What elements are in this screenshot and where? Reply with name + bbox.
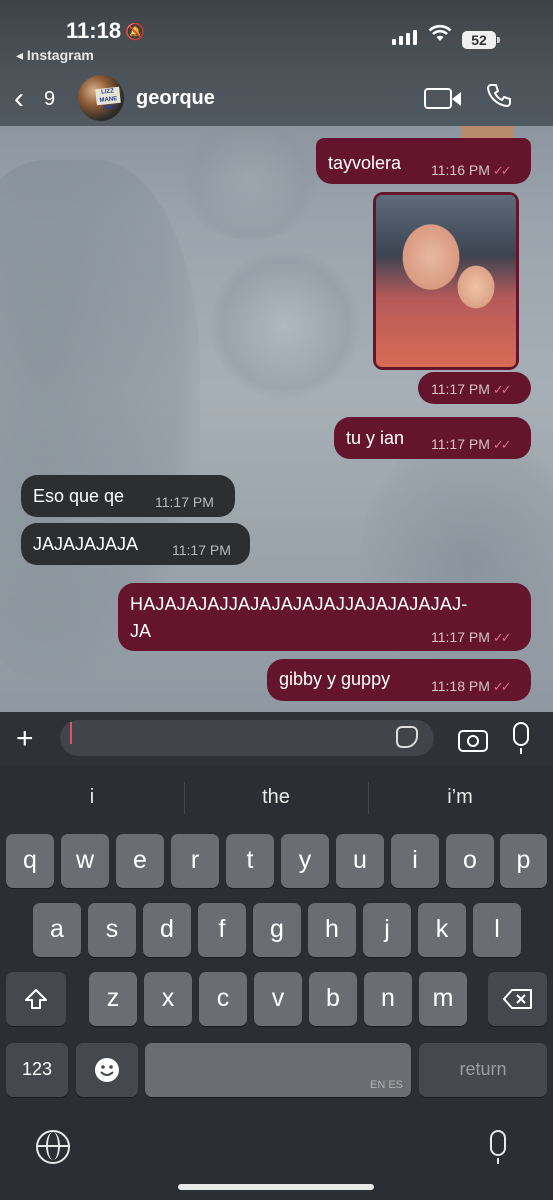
key-i[interactable]: i	[391, 834, 439, 888]
message-bubble[interactable]: gibby y guppy 11:18 PM ✓✓	[267, 659, 531, 701]
message-text-line: JA	[130, 621, 152, 641]
message-text: tayvolera	[328, 153, 402, 173]
key-b[interactable]: b	[309, 972, 357, 1026]
message-text: JAJAJAJAJA	[33, 534, 139, 554]
key-v[interactable]: v	[254, 972, 302, 1026]
globe-icon[interactable]	[36, 1130, 70, 1164]
key-c[interactable]: c	[199, 972, 247, 1026]
shift-key[interactable]	[6, 972, 66, 1026]
message-meta: 11:18 PM ✓✓	[431, 678, 512, 694]
message-bubble[interactable]: JAJAJAJAJA 11:17 PM	[21, 523, 250, 565]
suggestion-divider	[184, 782, 185, 814]
suggestion-divider	[368, 782, 369, 814]
key-n[interactable]: n	[364, 972, 412, 1026]
message-text: Eso que qe	[33, 486, 125, 506]
text-cursor	[70, 722, 72, 744]
key-a[interactable]: a	[33, 903, 81, 957]
key-h[interactable]: h	[308, 903, 356, 957]
key-d[interactable]: d	[143, 903, 191, 957]
key-o[interactable]: o	[446, 834, 494, 888]
message-bubble[interactable]: tayvolera 11:16 PM ✓✓	[316, 138, 531, 184]
key-k[interactable]: k	[418, 903, 466, 957]
message-text-line: HAJAJAJAJJAJAJAJAJAJJAJAJAJAJAJ-	[130, 594, 468, 614]
jellyfish-graphic	[180, 120, 320, 240]
key-t[interactable]: t	[226, 834, 274, 888]
message-bubble[interactable]: 11:17 PM ✓✓	[418, 372, 531, 404]
cellular-signal-icon	[392, 30, 417, 45]
unread-count[interactable]: 9	[44, 88, 55, 111]
key-q[interactable]: q	[6, 834, 54, 888]
key-z[interactable]: z	[89, 972, 137, 1026]
message-meta: 11:17 PM ✓✓	[431, 436, 512, 452]
video-call-icon[interactable]	[424, 88, 461, 109]
message-bubble[interactable]: tu y ian 11:17 PM ✓✓	[334, 417, 531, 459]
read-receipt-icon: ✓✓	[492, 382, 512, 397]
key-f[interactable]: f	[198, 903, 246, 957]
delete-key[interactable]	[488, 972, 547, 1026]
key-l[interactable]: l	[473, 903, 521, 957]
message-text: gibby y guppy	[279, 669, 391, 689]
numbers-key[interactable]: 123	[6, 1043, 68, 1097]
message-bubble[interactable]: HAJAJAJAJJAJAJAJAJAJJAJAJAJAJAJ- JA 11:1…	[118, 583, 531, 651]
message-text: tu y ian	[346, 428, 405, 448]
message-meta: 11:17 PM ✓✓	[431, 629, 512, 645]
read-receipt-icon: ✓✓	[492, 630, 512, 645]
status-bar: 11:18 🔕 ◂ Instagram 52	[0, 0, 553, 72]
avatar[interactable]: LIZZ MANE 2026	[78, 75, 124, 121]
keyboard-language: EN ES	[369, 1079, 403, 1091]
read-receipt-icon: ✓✓	[492, 679, 512, 694]
key-s[interactable]: s	[88, 903, 136, 957]
message-bubble[interactable]: Eso que qe 11:17 PM	[21, 475, 235, 517]
read-receipt-icon: ✓✓	[492, 437, 512, 452]
battery-icon: 52	[462, 31, 500, 49]
message-meta: 11:17 PM	[155, 494, 214, 510]
wifi-icon	[428, 24, 452, 48]
phone-call-icon[interactable]	[486, 82, 512, 115]
jellyfish-graphic	[210, 250, 360, 400]
read-receipt-icon: ✓✓	[492, 163, 512, 178]
message-meta: 11:17 PM	[172, 542, 231, 558]
key-w[interactable]: w	[61, 834, 109, 888]
key-u[interactable]: u	[336, 834, 384, 888]
back-chevron-icon[interactable]: ‹	[14, 82, 24, 116]
suggestion-1[interactable]: i	[2, 786, 182, 809]
camera-icon[interactable]	[458, 730, 488, 752]
photo-message[interactable]	[373, 192, 519, 370]
message-meta: 11:16 PM ✓✓	[431, 162, 512, 178]
dictation-microphone-icon[interactable]	[490, 1130, 506, 1164]
return-key[interactable]: return	[419, 1043, 547, 1097]
key-y[interactable]: y	[281, 834, 329, 888]
message-meta: 11:17 PM ✓✓	[431, 381, 512, 397]
key-e[interactable]: e	[116, 834, 164, 888]
status-time: 11:18	[66, 18, 122, 43]
key-p[interactable]: p	[500, 834, 547, 888]
photo-image[interactable]	[376, 195, 516, 367]
avatar-sign: LIZZ MANE 2026	[95, 86, 121, 112]
key-j[interactable]: j	[363, 903, 411, 957]
emoji-key[interactable]	[76, 1043, 138, 1097]
jellyfish-graphic	[360, 430, 553, 690]
suggestion-3[interactable]: i’m	[370, 786, 550, 809]
key-x[interactable]: x	[144, 972, 192, 1026]
contact-name[interactable]: georque	[136, 87, 215, 110]
microphone-icon[interactable]	[513, 722, 529, 754]
silent-bell-icon: 🔕	[125, 24, 145, 41]
space-key[interactable]: EN ES	[145, 1043, 411, 1097]
back-to-app-link[interactable]: ◂ Instagram	[16, 47, 94, 64]
key-m[interactable]: m	[419, 972, 467, 1026]
key-g[interactable]: g	[253, 903, 301, 957]
chat-header: ‹ 9 LIZZ MANE 2026 georque	[0, 72, 553, 126]
home-indicator[interactable]	[178, 1184, 374, 1190]
message-composer: +	[0, 712, 553, 766]
message-input[interactable]	[60, 720, 434, 756]
add-attachment-icon[interactable]: +	[16, 722, 34, 756]
key-r[interactable]: r	[171, 834, 219, 888]
suggestion-2[interactable]: the	[186, 786, 366, 809]
